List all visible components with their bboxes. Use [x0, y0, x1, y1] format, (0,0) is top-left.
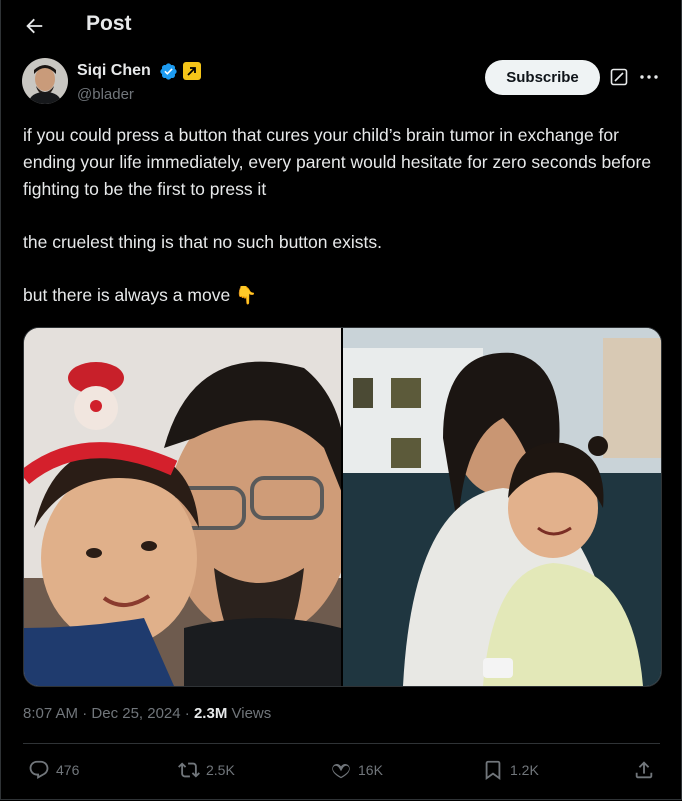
repost-icon: [178, 762, 200, 778]
back-button[interactable]: [20, 12, 48, 40]
post-time[interactable]: 8:07 AM: [23, 705, 78, 722]
bookmark-icon: [485, 760, 501, 781]
reply-button[interactable]: 476: [28, 759, 79, 781]
author-handle[interactable]: @blader: [77, 86, 134, 103]
repost-count: 2.5K: [206, 762, 235, 778]
meta-separator: ·: [184, 705, 190, 722]
arrow-left-icon: [26, 18, 43, 34]
tweet-paragraph: the cruelest thing is that no such butto…: [23, 232, 382, 252]
bookmark-count: 1.2K: [510, 762, 539, 778]
reply-icon: [29, 760, 49, 779]
photo-father-daughter-selfie[interactable]: [24, 328, 341, 686]
avatar[interactable]: [22, 58, 68, 104]
verified-badge-icon: [160, 63, 177, 80]
share-icon: [635, 761, 653, 779]
media-grid: [23, 327, 662, 687]
tweet-text: if you could press a button that cures y…: [23, 122, 653, 309]
share-button[interactable]: [633, 759, 655, 781]
like-count: 16K: [358, 762, 383, 778]
header-bar: Post: [0, 0, 682, 52]
author-name[interactable]: Siqi Chen: [77, 62, 151, 80]
grok-icon[interactable]: [610, 68, 628, 86]
more-dots-icon[interactable]: [639, 68, 659, 86]
tweet-paragraph: if you could press a button that cures y…: [23, 125, 652, 199]
tweet-paragraph: but there is always a move 👇: [23, 285, 257, 305]
views-count: 2.3M: [193, 705, 228, 722]
affiliate-arrow-icon: [183, 62, 201, 80]
reply-count: 476: [56, 762, 80, 778]
page-title: Post: [86, 12, 132, 35]
bookmark-button[interactable]: 1.2K: [482, 759, 539, 781]
subscribe-button[interactable]: Subscribe: [485, 60, 600, 95]
post-date[interactable]: Dec 25, 2024: [91, 705, 180, 722]
views-label: Views: [231, 705, 272, 722]
like-button[interactable]: 16K: [330, 759, 383, 781]
heart-icon: [332, 764, 350, 779]
meta-separator: ·: [82, 705, 88, 722]
photo-mother-daughter-hospital[interactable]: [343, 328, 661, 686]
divider: [23, 743, 660, 744]
post-meta: 8:07 AM · Dec 25, 2024 · 2.3M Views: [23, 705, 271, 722]
repost-button[interactable]: 2.5K: [178, 759, 235, 781]
